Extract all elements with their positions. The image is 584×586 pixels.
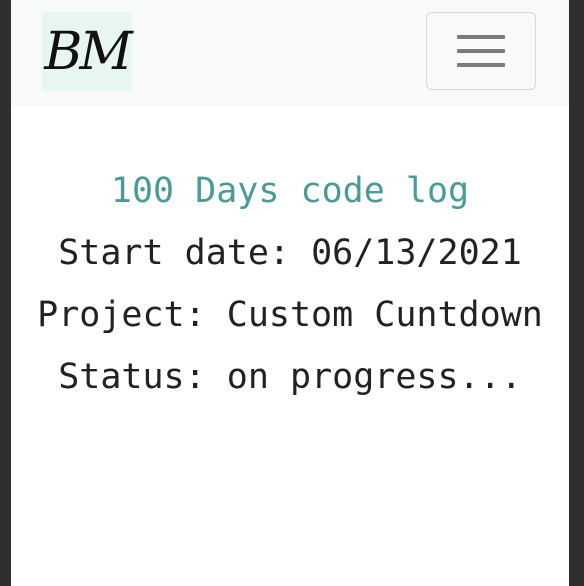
hamburger-icon: [457, 63, 505, 67]
main-content: 100 Days code log Start date: 06/13/2021…: [11, 160, 569, 408]
start-date-text: Start date: 06/13/2021: [58, 233, 522, 273]
navbar: BM: [11, 0, 569, 106]
page-frame: BM 100 Days code log Start date: 06/13/2…: [11, 0, 569, 586]
page-title: 100 Days code log: [110, 171, 470, 211]
status-text: Status: on progress...: [58, 357, 522, 397]
project-text: Project: Custom Cuntdown: [37, 295, 543, 335]
hamburger-icon: [457, 49, 505, 53]
brand-logo[interactable]: BM: [42, 12, 133, 91]
hamburger-icon: [457, 35, 505, 39]
navbar-toggler-button[interactable]: [426, 12, 536, 90]
